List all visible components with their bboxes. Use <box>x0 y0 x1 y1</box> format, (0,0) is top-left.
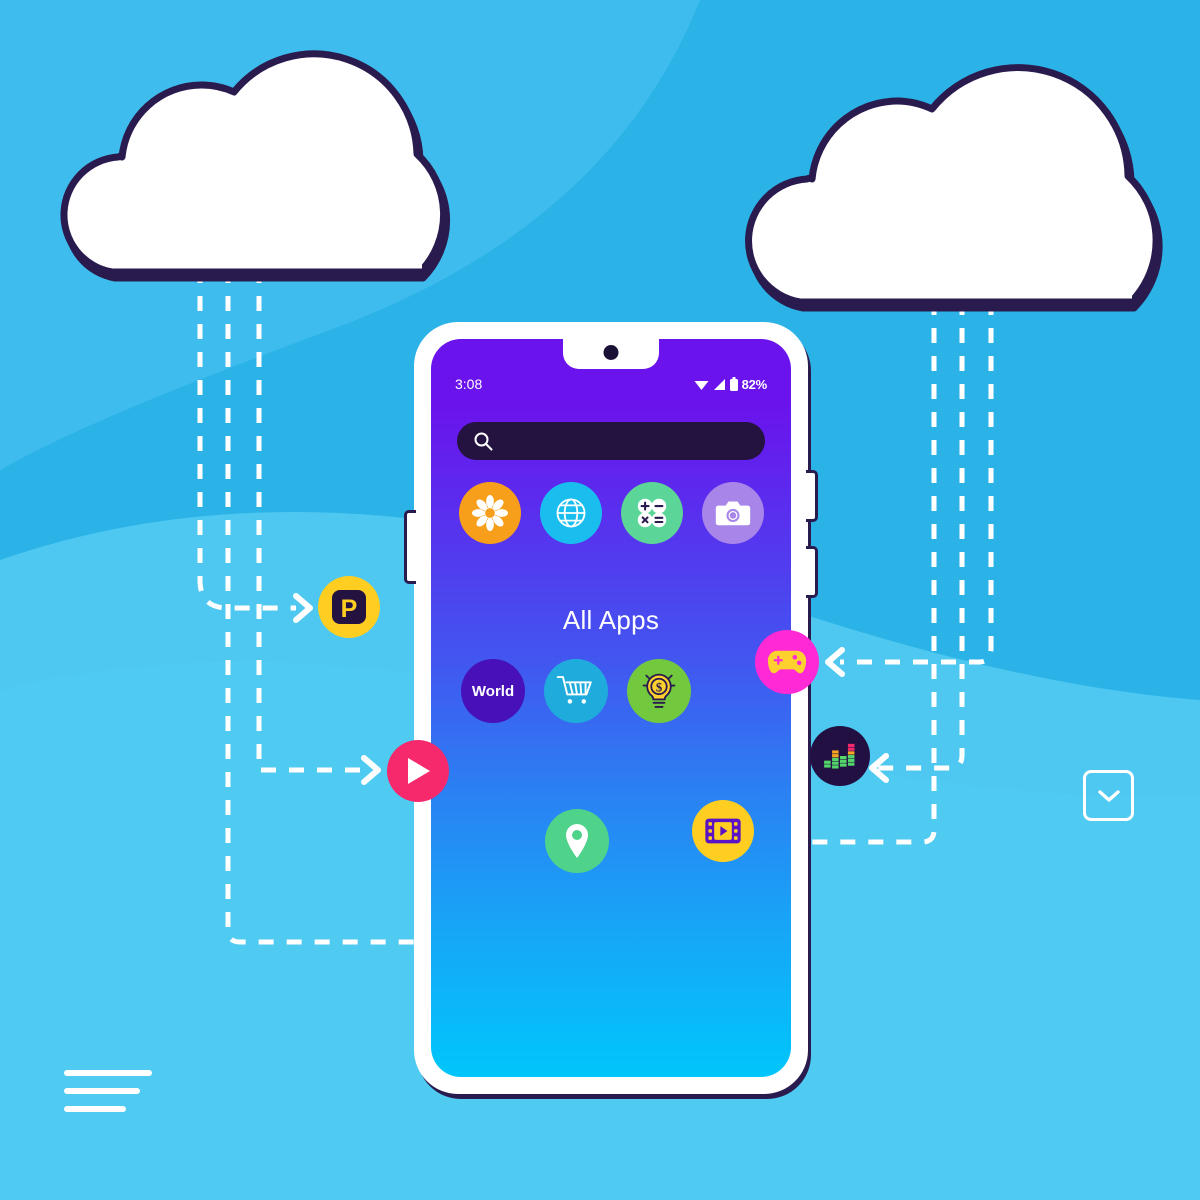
clouds-layer <box>60 50 1163 312</box>
right-cloud <box>745 64 1163 312</box>
illustration-canvas: 3:08 82% All Apps World $ P <box>0 0 1200 1200</box>
left-cloud <box>60 50 451 282</box>
